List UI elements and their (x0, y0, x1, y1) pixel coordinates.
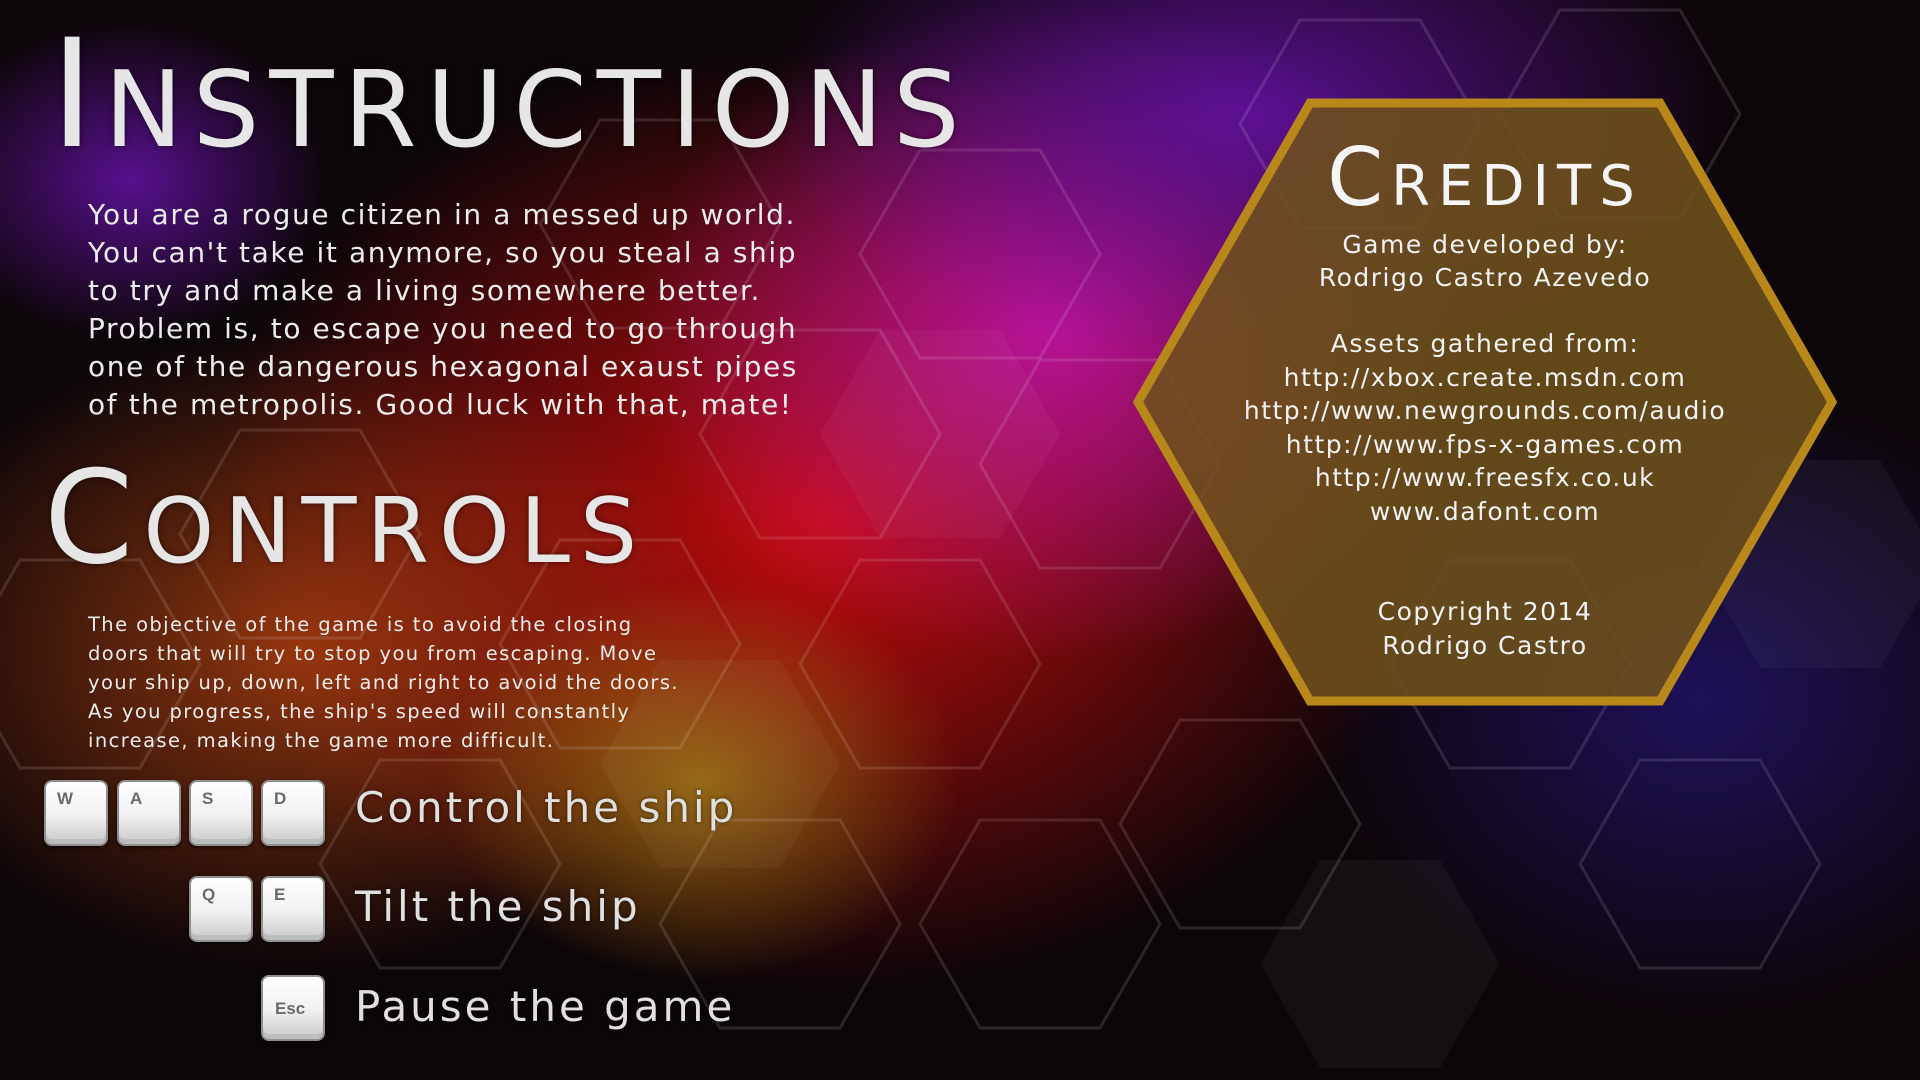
key-label: D (274, 789, 287, 808)
story-line: You are a rogue citizen in a messed up w… (88, 198, 797, 231)
key-label: Esc (275, 999, 306, 1018)
tilt-action-label: Tilt the ship (355, 882, 641, 931)
objective-line: As you progress, the ship's speed will c… (88, 700, 631, 723)
key-label: W (57, 789, 74, 808)
asset-source: www.dafont.com (1369, 497, 1601, 526)
key-label: S (202, 789, 214, 808)
story-line: one of the dangerous hexagonal exaust pi… (88, 350, 798, 383)
e-key-icon: E (261, 876, 325, 942)
objective-text: The objective of the game is to avoid th… (88, 610, 868, 755)
asset-source: http://www.freesfx.co.uk (1314, 463, 1656, 492)
asset-source: http://xbox.create.msdn.com (1283, 363, 1687, 392)
key-label: E (274, 885, 286, 904)
s-key-icon: S (189, 780, 253, 846)
esc-key-icon: Esc (261, 975, 325, 1041)
objective-line: increase, making the game more difficult… (88, 729, 555, 752)
controls-heading: Controls (44, 444, 648, 593)
key-label: A (130, 789, 143, 808)
story-text: You are a rogue citizen in a messed up w… (88, 196, 1008, 424)
asset-source: http://www.fps-x-games.com (1285, 430, 1685, 459)
q-key-icon: Q (189, 876, 253, 942)
move-action-label: Control the ship (355, 783, 738, 832)
objective-line: The objective of the game is to avoid th… (88, 613, 633, 636)
d-key-icon: D (261, 780, 325, 846)
a-key-icon: A (117, 780, 181, 846)
objective-line: doors that will try to stop you from esc… (88, 642, 658, 665)
story-line: to try and make a living somewhere bette… (88, 274, 762, 307)
asset-source: http://www.newgrounds.com/audio (1243, 396, 1727, 425)
credits-heading: Credits (1327, 131, 1643, 224)
w-key-icon: W (44, 780, 108, 846)
objective-line: your ship up, down, left and right to av… (88, 671, 679, 694)
copyright-name: Rodrigo Castro (1382, 631, 1588, 660)
key-label: Q (202, 885, 216, 904)
pause-action-label: Pause the game (355, 982, 736, 1031)
story-line: of the metropolis. Good luck with that, … (88, 388, 793, 421)
instructions-heading: Instructions (50, 8, 970, 182)
developer-name: Rodrigo Castro Azevedo (1318, 263, 1652, 292)
story-line: Problem is, to escape you need to go thr… (88, 312, 798, 345)
assets-label: Assets gathered from: (1330, 329, 1640, 358)
story-line: You can't take it anymore, so you steal … (88, 236, 798, 269)
copyright-line: Copyright 2014 (1377, 597, 1593, 626)
developed-by-label: Game developed by: (1342, 230, 1628, 259)
